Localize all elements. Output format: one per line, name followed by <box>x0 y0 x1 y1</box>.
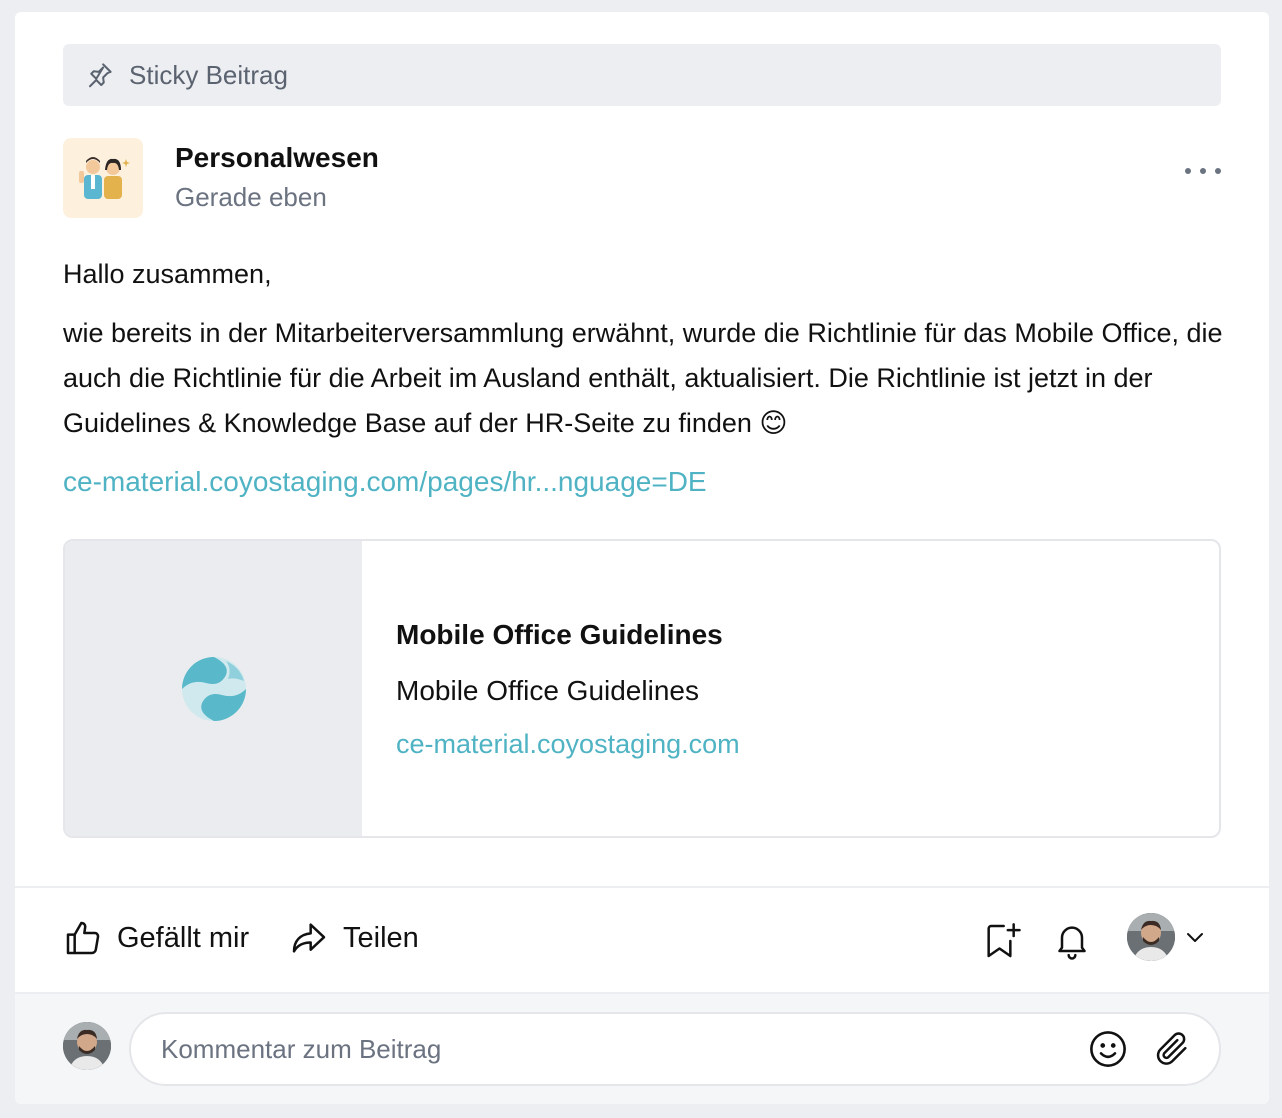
post-actions: Gefällt mir Teilen <box>15 888 1269 992</box>
bell-icon <box>1058 926 1086 960</box>
attach-button[interactable] <box>1151 1028 1193 1070</box>
emoji-button[interactable] <box>1087 1028 1129 1070</box>
sticky-label: Sticky Beitrag <box>129 59 288 90</box>
post-timestamp: Gerade eben <box>175 182 327 212</box>
preview-description: Mobile Office Guidelines <box>396 675 699 706</box>
share-label: Teilen <box>343 921 419 954</box>
post-as-selector[interactable] <box>1127 913 1207 961</box>
author-name[interactable]: Personalwesen <box>175 142 379 174</box>
bookmark-add-button[interactable] <box>981 920 1023 962</box>
share-button[interactable]: Teilen <box>289 918 419 958</box>
preview-url: ce-material.coyostaging.com <box>396 729 740 759</box>
like-button[interactable]: Gefällt mir <box>63 918 249 958</box>
post-paragraph: wie bereits in der Mitarbeiterversammlun… <box>63 318 1223 438</box>
comment-input[interactable] <box>161 1014 1061 1084</box>
coyo-logo <box>181 656 246 721</box>
like-icon <box>66 921 100 955</box>
avatar <box>1127 913 1175 961</box>
pin-icon <box>85 60 115 90</box>
comment-section <box>15 994 1269 1104</box>
preview-thumbnail <box>65 541 362 836</box>
more-icon[interactable] <box>1185 164 1221 178</box>
sticky-banner: Sticky Beitrag <box>63 44 1221 106</box>
post-greeting: Hallo zusammen, <box>63 259 272 289</box>
notify-button[interactable] <box>1051 920 1093 962</box>
post-card: Sticky Beitrag Personalwesen Gerade eben… <box>15 12 1269 1104</box>
avatar <box>63 1022 111 1070</box>
link-preview-card[interactable]: Mobile Office Guidelines Mobile Office G… <box>63 539 1221 838</box>
comment-box[interactable] <box>129 1012 1221 1086</box>
chevron-down-icon <box>1187 933 1203 942</box>
post-link[interactable]: ce-material.coyostaging.com/pages/hr...n… <box>63 466 707 498</box>
post-header: Personalwesen Gerade eben <box>63 138 1221 218</box>
attachment-icon <box>1156 1032 1187 1065</box>
post-body: Hallo zusammen, wie bereits in der Mitar… <box>63 252 1223 446</box>
bookmark-add-icon <box>987 923 1021 958</box>
share-icon <box>292 923 326 953</box>
emoji-icon <box>1090 1031 1126 1067</box>
preview-title: Mobile Office Guidelines <box>396 619 723 650</box>
author-avatar[interactable] <box>63 138 143 218</box>
like-label: Gefällt mir <box>117 921 250 954</box>
